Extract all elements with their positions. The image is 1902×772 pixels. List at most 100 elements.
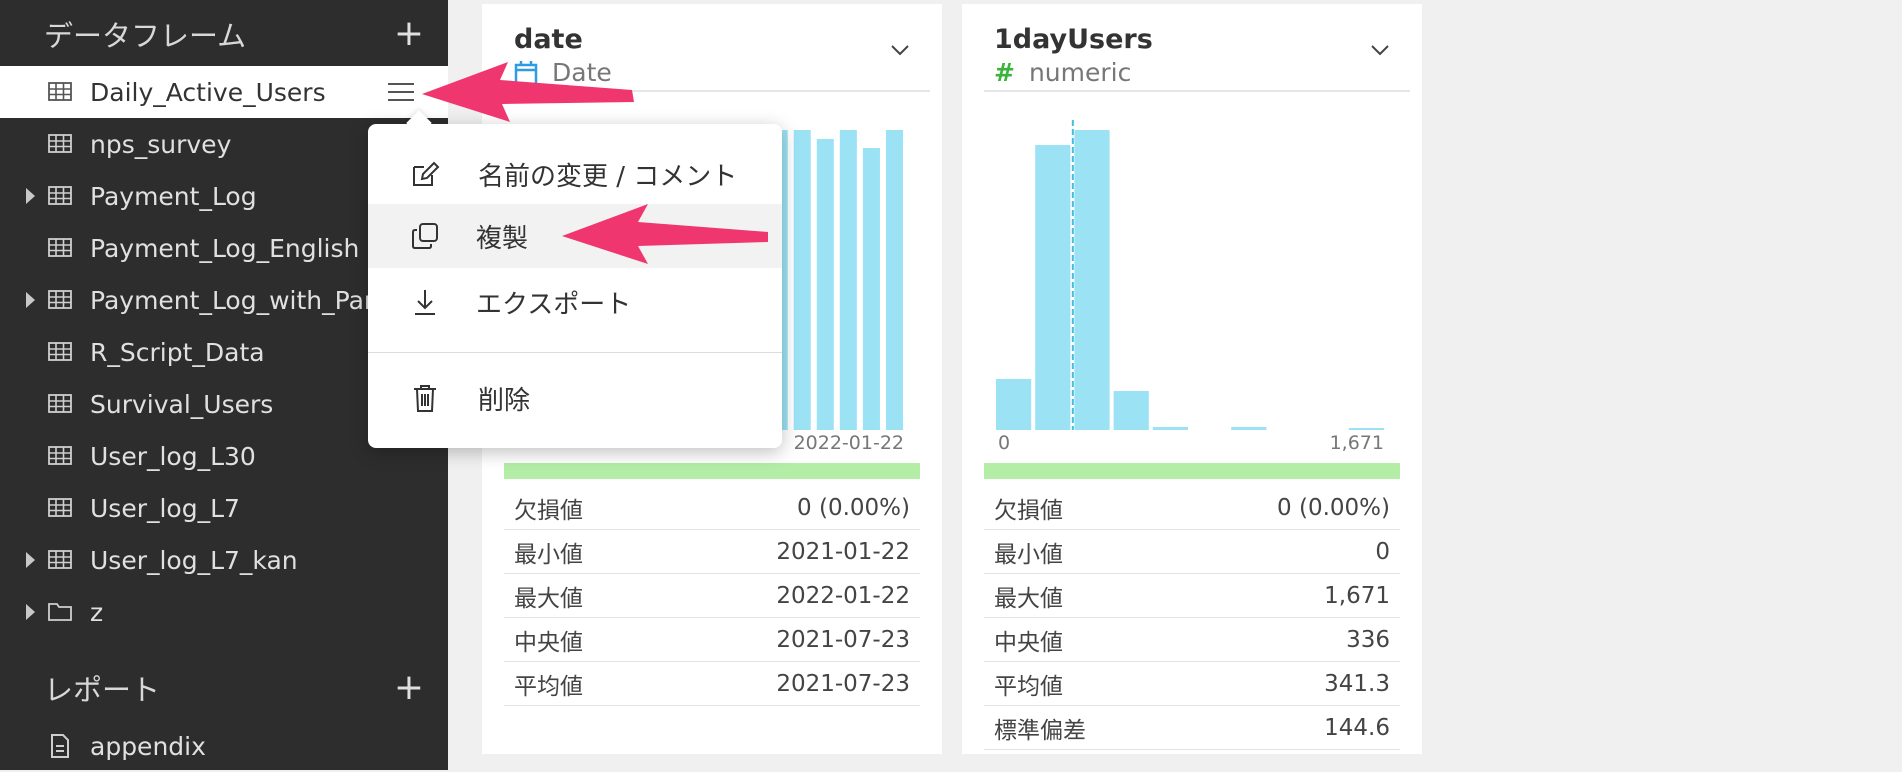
histogram-bar: [1348, 428, 1384, 430]
sidebar-item-dataframe[interactable]: User_log_L7: [0, 482, 448, 534]
stat-row: 最小値 0: [984, 530, 1400, 574]
sidebar-item-label: User_log_L7_kan: [90, 545, 298, 575]
stat-row: 中央値 2021-07-23: [504, 618, 920, 662]
sidebar-item-label: nps_survey: [90, 129, 232, 159]
hamburger-menu-icon[interactable]: [388, 82, 414, 102]
stat-label: 最大値: [514, 585, 583, 612]
chevron-down-icon[interactable]: [890, 44, 910, 56]
menu-item-label: 複製: [476, 223, 529, 254]
stat-value: 336: [1346, 626, 1390, 653]
stat-row: 欠損値 0 (0.00%): [504, 486, 920, 530]
stat-row: 平均値 341.3: [984, 662, 1400, 706]
histogram-bar: [816, 139, 834, 430]
chevron-down-icon[interactable]: [1370, 44, 1390, 56]
folder-icon: [48, 603, 72, 621]
table-icon: [48, 498, 72, 517]
menu-item-delete[interactable]: 削除: [368, 366, 782, 430]
table-icon: [48, 394, 72, 413]
histogram-bar: [1035, 145, 1071, 430]
stat-row: 欠損値 0 (0.00%): [984, 486, 1400, 530]
table-icon: [48, 238, 72, 257]
sidebar-item-dataframe[interactable]: User_log_L7_kan: [0, 534, 448, 586]
sidebar-item-dataframe[interactable]: z: [0, 586, 448, 638]
table-icon: [48, 82, 72, 101]
stat-value: 0 (0.00%): [1277, 494, 1390, 521]
stat-row: 最小値 2021-01-22: [504, 530, 920, 574]
menu-item-rename[interactable]: 名前の変更 / コメント: [368, 142, 782, 206]
menu-item-label: エクスポート: [476, 289, 632, 320]
axis-min-label: 0: [998, 432, 1011, 454]
stat-value: 0 (0.00%): [797, 494, 910, 521]
stat-value: 144.6: [1324, 714, 1390, 741]
menu-item-label: 削除: [478, 385, 531, 416]
sidebar-item-label: z: [90, 597, 104, 627]
histogram-bar: [1231, 427, 1267, 430]
column-type: # numeric: [994, 58, 1131, 87]
table-icon: [48, 446, 72, 465]
hash-icon: #: [994, 58, 1015, 87]
stat-label: 最小値: [994, 541, 1063, 568]
column-type-label: numeric: [1028, 58, 1132, 87]
annotation-arrow-menu: [422, 62, 634, 122]
stat-row: 中央値 336: [984, 618, 1400, 662]
expand-caret-icon[interactable]: [26, 552, 35, 568]
column-header-divider: [984, 90, 1410, 92]
stat-label: 欠損値: [514, 497, 583, 524]
valid-ratio-bar: [984, 463, 1400, 479]
sidebar-item-report[interactable]: appendix: [0, 720, 448, 772]
reports-section-header: レポート +: [44, 668, 424, 708]
histogram-bar: [885, 130, 903, 430]
sidebar-item-label: Payment_Log_with_Para: [90, 285, 390, 315]
menu-item-export[interactable]: エクスポート: [368, 270, 782, 334]
sidebar-item-label: Survival_Users: [90, 389, 274, 419]
stat-label: 最小値: [514, 541, 583, 568]
menu-divider: [368, 352, 782, 353]
stat-row: 最大値 2022-01-22: [504, 574, 920, 618]
sidebar-item-dataframe[interactable]: Daily_Active_Users: [0, 66, 448, 118]
expand-caret-icon[interactable]: [26, 188, 35, 204]
sidebar-item-label: R_Script_Data: [90, 337, 265, 367]
histogram-bar: [1113, 391, 1149, 430]
table-icon: [48, 186, 72, 205]
stat-label: 欠損値: [994, 497, 1063, 524]
stat-value: 1,671: [1324, 582, 1390, 609]
table-icon: [48, 550, 72, 569]
histogram-bar: [996, 379, 1032, 430]
reports-header-title: レポート: [44, 673, 161, 707]
valid-ratio-bar: [504, 463, 920, 479]
annotation-arrow-duplicate: [562, 204, 768, 264]
histogram-bar: [1152, 427, 1188, 430]
stat-row: 最大値 1,671: [984, 574, 1400, 618]
sidebar-item-label: Payment_Log: [90, 181, 257, 211]
expand-caret-icon[interactable]: [26, 604, 35, 620]
table-icon: [48, 342, 72, 361]
stat-label: 中央値: [994, 629, 1063, 656]
axis-max-label: 1,671: [1329, 432, 1384, 454]
stat-value: 2021-07-23: [776, 670, 910, 697]
dataframes-header-title: データフレーム: [44, 19, 247, 53]
stat-value: 0: [1375, 538, 1390, 565]
sidebar-item-label: Payment_Log_English: [90, 233, 360, 263]
dataframes-section-header: データフレーム +: [44, 14, 424, 54]
expand-caret-icon[interactable]: [26, 292, 35, 308]
dataframe-context-menu: 名前の変更 / コメント 複製 エクスポート 削除: [368, 124, 782, 448]
histogram-bar: [1074, 130, 1110, 430]
stat-label: 中央値: [514, 629, 583, 656]
table-icon: [48, 290, 72, 309]
table-icon: [48, 134, 72, 153]
sidebar-item-label: appendix: [90, 731, 206, 761]
sidebar-item-label: User_log_L7: [90, 493, 240, 523]
column-card-1dayusers: 1dayUsers # numeric 0 1,671 欠損値 0 (0.00%)…: [962, 4, 1422, 754]
trash-icon: [414, 385, 436, 412]
axis-max-label: 2022-01-22: [793, 432, 904, 454]
add-report-plus-icon[interactable]: +: [394, 670, 424, 706]
column-name: 1dayUsers: [994, 24, 1153, 55]
download-icon: [415, 290, 435, 315]
histogram-bar: [839, 130, 857, 430]
add-dataframe-plus-icon[interactable]: +: [394, 16, 424, 52]
summary-stats-table: 欠損値 0 (0.00%) 最小値 2021-01-22 最大値 2022-01-22 中央…: [504, 486, 920, 706]
stat-value: 2022-01-22: [776, 582, 910, 609]
stat-row: 平均値 2021-07-23: [504, 662, 920, 706]
sidebar-item-label: User_log_L30: [90, 441, 256, 471]
column-name: date: [514, 24, 583, 55]
